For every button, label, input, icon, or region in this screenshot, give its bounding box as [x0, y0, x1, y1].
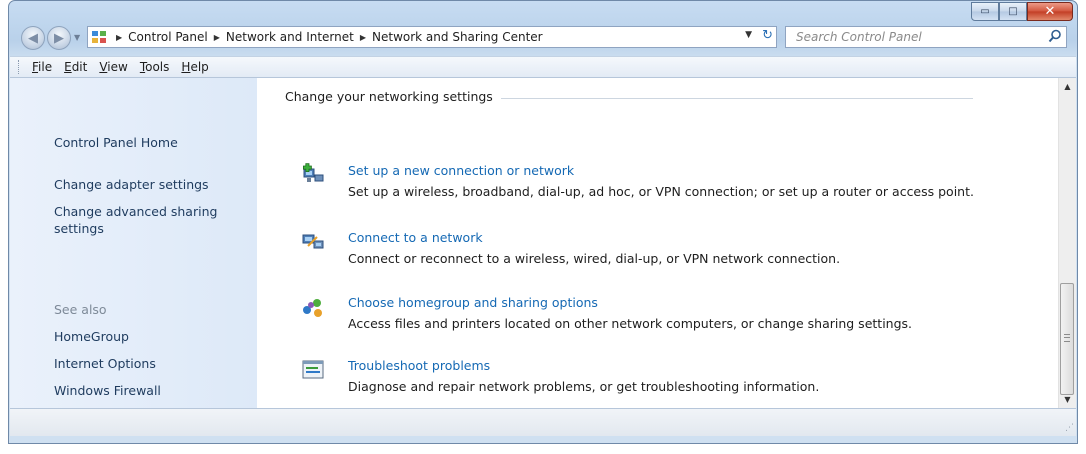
- sidebar-control-panel-home[interactable]: Control Panel Home: [54, 134, 178, 151]
- forward-arrow-icon: ▶: [54, 30, 64, 46]
- breadcrumb-network-sharing-center[interactable]: Network and Sharing Center: [372, 30, 543, 44]
- sidebar-change-adapter-settings[interactable]: Change adapter settings: [54, 176, 209, 193]
- connect-network-icon: [301, 230, 325, 254]
- back-arrow-icon: ◀: [28, 30, 38, 46]
- search-icon[interactable]: [1048, 29, 1062, 46]
- task-description: Diagnose and repair network problems, or…: [348, 379, 820, 394]
- menu-bar: File Edit View Tools Help: [10, 56, 1076, 78]
- vertical-scrollbar[interactable]: ▲ ▼: [1058, 78, 1076, 408]
- search-placeholder: Search Control Panel: [796, 30, 922, 44]
- task-pane: Control Panel Home Change adapter settin…: [10, 78, 257, 408]
- breadcrumb-arrow-icon[interactable]: ▶: [116, 33, 122, 42]
- content-area: Control Panel Home Change adapter settin…: [10, 78, 1076, 409]
- close-button[interactable]: ✕: [1027, 2, 1073, 21]
- new-connection-icon: [301, 163, 325, 187]
- minimize-button[interactable]: ▭: [971, 2, 999, 21]
- menu-edit[interactable]: Edit: [58, 60, 93, 74]
- scroll-down-icon[interactable]: ▼: [1059, 391, 1076, 408]
- menu-help[interactable]: Help: [175, 60, 214, 74]
- task-description: Set up a wireless, broadband, dial-up, a…: [348, 184, 974, 199]
- refresh-icon[interactable]: ↻: [762, 28, 773, 43]
- recent-pages-button[interactable]: ▼: [74, 33, 80, 42]
- address-dropdown-icon[interactable]: ▼: [745, 30, 752, 40]
- menu-view[interactable]: View: [93, 60, 133, 74]
- forward-button[interactable]: ▶: [47, 26, 71, 50]
- scrollbar-thumb[interactable]: [1060, 283, 1074, 395]
- navigation-bar: ◀ ▶ ▼ ▶ Control Panel ▶ Network and Inte…: [13, 23, 1071, 53]
- control-panel-icon: [88, 28, 110, 46]
- menu-tools[interactable]: Tools: [134, 60, 176, 74]
- back-button[interactable]: ◀: [21, 26, 45, 50]
- task-description: Access files and printers located on oth…: [348, 316, 913, 331]
- scroll-grip-icon: [1064, 334, 1070, 342]
- maximize-button[interactable]: □: [999, 2, 1027, 21]
- troubleshoot-icon: [301, 358, 325, 382]
- sidebar-homegroup[interactable]: HomeGroup: [54, 328, 129, 345]
- search-input[interactable]: Search Control Panel: [785, 26, 1067, 48]
- breadcrumb-control-panel[interactable]: Control Panel: [128, 30, 208, 44]
- sidebar-advanced-line2: settings: [54, 221, 104, 236]
- address-bar[interactable]: ▶ Control Panel ▶ Network and Internet ▶…: [87, 26, 777, 48]
- see-also-heading: See also: [54, 302, 107, 317]
- explorer-window: ▭ □ ✕ ◀ ▶ ▼ ▶ Control Panel ▶ Network an…: [8, 0, 1078, 444]
- menu-file[interactable]: File: [26, 60, 58, 74]
- breadcrumb-arrow-icon[interactable]: ▶: [360, 33, 366, 42]
- homegroup-icon: [301, 295, 325, 319]
- set-up-new-connection-link[interactable]: Set up a new connection or network: [348, 163, 574, 178]
- toolbar-grip: [18, 60, 22, 74]
- homegroup-sharing-link[interactable]: Choose homegroup and sharing options: [348, 295, 598, 310]
- breadcrumb: ▶ Control Panel ▶ Network and Internet ▶…: [110, 30, 543, 44]
- sidebar-internet-options[interactable]: Internet Options: [54, 355, 156, 372]
- sidebar-windows-firewall[interactable]: Windows Firewall: [54, 382, 161, 399]
- section-title: Change your networking settings: [285, 89, 493, 104]
- scroll-up-icon[interactable]: ▲: [1059, 78, 1076, 95]
- window-controls: ▭ □ ✕: [971, 2, 1073, 21]
- task-description: Connect or reconnect to a wireless, wire…: [348, 251, 841, 266]
- resize-grip-icon[interactable]: ⋰: [1065, 423, 1074, 433]
- sidebar-advanced-line1: Change advanced sharing: [54, 204, 218, 219]
- breadcrumb-network-internet[interactable]: Network and Internet: [226, 30, 354, 44]
- breadcrumb-arrow-icon[interactable]: ▶: [214, 33, 220, 42]
- troubleshoot-problems-link[interactable]: Troubleshoot problems: [348, 358, 490, 373]
- main-panel: Change your networking settings Set up a…: [257, 78, 1059, 408]
- section-divider: [501, 98, 973, 99]
- sidebar-change-advanced-sharing[interactable]: Change advanced sharing settings: [54, 203, 217, 237]
- connect-to-network-link[interactable]: Connect to a network: [348, 230, 483, 245]
- status-bar: ⋰: [10, 409, 1076, 436]
